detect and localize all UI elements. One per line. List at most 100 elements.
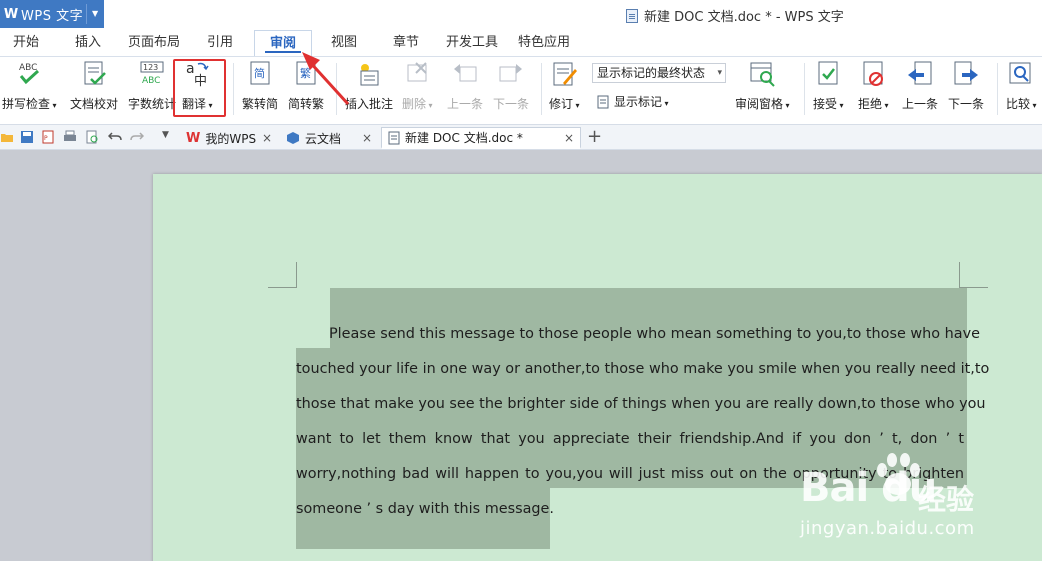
show-markup-button[interactable]: 显示标记	[596, 93, 669, 110]
spell-check-label: 拼写检查	[2, 95, 57, 112]
close-icon[interactable]: ×	[564, 131, 574, 145]
doc-proof-button[interactable]: 文档校对	[70, 59, 118, 112]
svg-text:P: P	[44, 135, 48, 142]
word-count-button[interactable]: 123 ABC 字数统计	[128, 59, 176, 112]
document-icon	[626, 8, 638, 23]
crop-mark	[296, 262, 297, 288]
next-comment-button[interactable]: 下一条	[493, 59, 529, 112]
prev-comment-button[interactable]: 上一条	[447, 59, 483, 112]
translate-highlight-box	[173, 59, 226, 117]
tab-special-apps[interactable]: 特色应用	[512, 30, 576, 56]
wps-logo-icon: W	[3, 6, 19, 22]
watermark-url: jingyan.baidu.com	[800, 518, 975, 539]
track-changes-label: 修订	[549, 95, 580, 112]
compare-icon	[1006, 59, 1036, 89]
export-pdf-icon[interactable]: P	[41, 130, 55, 144]
cloud-doc-icon	[287, 132, 299, 144]
ribbon-divider	[804, 63, 805, 115]
tab-developer[interactable]: 开发工具	[440, 30, 504, 56]
tab-insert[interactable]: 插入	[64, 30, 112, 56]
ribbon-divider	[997, 63, 998, 115]
compare-label: 比较	[1006, 95, 1037, 112]
compare-button[interactable]: 比较	[1006, 59, 1037, 112]
document-tab-strip: P ▼ W 我的WPS × 云文档 × 新建 DOC 文档.doc * × +	[0, 124, 1042, 150]
paragraph-line[interactable]: someone ’ s day with this message.	[296, 501, 554, 517]
print-preview-icon[interactable]	[85, 130, 99, 144]
window-title: 新建 DOC 文档.doc * - WPS 文字	[626, 6, 844, 25]
next-change-icon	[951, 59, 981, 89]
delete-comment-button[interactable]: 删除	[402, 59, 433, 112]
svg-text:ABC: ABC	[142, 76, 160, 86]
app-menu-button[interactable]: W WPS 文字 ▼	[0, 0, 104, 28]
markup-status-select[interactable]: 显示标记的最终状态	[592, 63, 726, 83]
prev-change-button[interactable]: 上一条	[902, 59, 938, 112]
doc-proof-label: 文档校对	[70, 97, 119, 111]
reject-label: 拒绝	[858, 95, 889, 112]
review-ribbon: ABC 拼写检查 文档校对 123ABC 字数统计 a中 翻译 简 繁转简 繁 …	[0, 56, 1042, 124]
track-changes-icon	[549, 59, 579, 89]
word-count-label: 字数统计	[128, 97, 177, 111]
chevron-down-icon[interactable]: ▼	[92, 9, 98, 18]
review-pane-icon	[747, 59, 777, 89]
svg-text:ABC: ABC	[19, 63, 37, 73]
paragraph-line[interactable]: touched your life in one way or another,…	[296, 361, 989, 377]
redo-icon[interactable]	[130, 130, 144, 144]
svg-text:123: 123	[143, 63, 158, 72]
watermark-logo: Bai du	[800, 465, 937, 511]
tab-start[interactable]: 开始	[2, 30, 50, 56]
crop-mark	[959, 262, 960, 288]
delete-comment-label: 删除	[402, 95, 433, 112]
trad-to-simp-icon: 简	[245, 59, 275, 89]
next-change-button[interactable]: 下一条	[948, 59, 984, 112]
show-markup-icon	[597, 95, 609, 108]
wps-icon: W	[186, 130, 201, 146]
ribbon-divider	[541, 63, 542, 115]
doc-tab-my-wps[interactable]: W 我的WPS ×	[180, 127, 278, 149]
spell-check-icon: ABC	[14, 59, 44, 89]
ribbon-divider	[233, 63, 234, 115]
close-icon[interactable]: ×	[262, 131, 272, 145]
tab-page-layout[interactable]: 页面布局	[122, 30, 186, 56]
accept-icon	[813, 59, 843, 89]
spell-check-button[interactable]: ABC 拼写检查	[2, 59, 57, 112]
close-icon[interactable]: ×	[362, 131, 372, 145]
tab-references[interactable]: 引用	[198, 30, 242, 56]
baidu-jingyan-watermark: Bai du 经验 jingyan.baidu.com	[770, 453, 1030, 560]
review-pane-button[interactable]: 审阅窗格	[735, 59, 790, 112]
track-changes-button[interactable]: 修订	[549, 59, 580, 112]
menu-tabs: 开始 插入 页面布局 引用 审阅 视图 章节 开发工具 特色应用	[0, 30, 1042, 56]
prev-change-label: 上一条	[902, 97, 939, 111]
paragraph-line[interactable]: Please send this message to those people…	[329, 326, 980, 342]
quick-access-more-icon[interactable]: ▼	[162, 130, 169, 140]
delete-comment-icon	[402, 59, 432, 89]
doc-tab-cloud-docs[interactable]: 云文档 ×	[280, 127, 378, 149]
save-icon[interactable]	[20, 130, 34, 144]
prev-comment-icon	[450, 59, 480, 89]
app-menu-divider	[86, 4, 87, 24]
svg-text:简: 简	[254, 66, 265, 80]
doc-tab-new-doc[interactable]: 新建 DOC 文档.doc * ×	[381, 127, 581, 149]
text-selection	[296, 488, 550, 549]
prev-comment-label: 上一条	[447, 97, 484, 111]
print-icon[interactable]	[63, 130, 77, 144]
window-title-text: 新建 DOC 文档.doc * - WPS 文字	[644, 10, 844, 25]
reject-icon	[858, 59, 888, 89]
paragraph-line[interactable]: want to let them know that you appreciat…	[296, 431, 964, 447]
paragraph-line[interactable]: those that make you see the brighter sid…	[296, 396, 986, 412]
open-folder-icon[interactable]	[0, 130, 14, 144]
new-tab-plus-icon[interactable]: +	[587, 126, 602, 147]
doc-tab-label: 云文档	[305, 131, 342, 146]
word-count-icon: 123 ABC	[137, 59, 167, 89]
crop-mark	[268, 287, 296, 288]
trad-to-simp-button[interactable]: 简 繁转简	[242, 59, 278, 112]
next-comment-label: 下一条	[493, 97, 530, 111]
app-name: WPS 文字	[21, 8, 84, 24]
tab-chapter[interactable]: 章节	[384, 30, 428, 56]
doc-tab-label: 新建 DOC 文档.doc *	[405, 131, 523, 145]
next-comment-icon	[496, 59, 526, 89]
accept-button[interactable]: 接受	[813, 59, 844, 112]
reject-button[interactable]: 拒绝	[858, 59, 889, 112]
trad-to-simp-label: 繁转简	[242, 97, 279, 111]
title-bar: W WPS 文字 ▼ 新建 DOC 文档.doc * - WPS 文字	[0, 0, 1042, 30]
undo-icon[interactable]	[108, 130, 122, 144]
